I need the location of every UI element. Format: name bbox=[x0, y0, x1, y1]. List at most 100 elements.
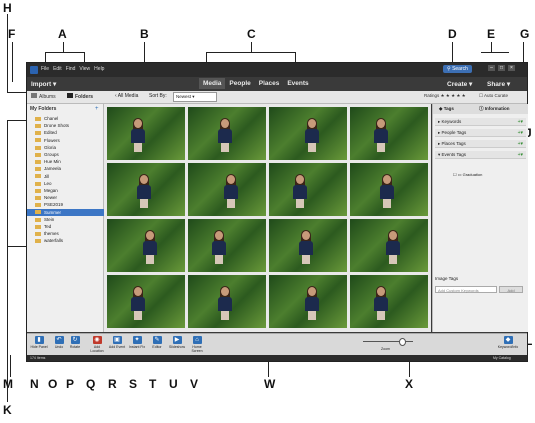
places-tags-section[interactable]: ▸ Places Tags +▾ bbox=[435, 140, 526, 148]
toolbar-button[interactable]: ⌂ Home Screen bbox=[187, 336, 207, 353]
folder-icon bbox=[35, 145, 41, 150]
toolbar-button[interactable]: ▮ Hide Panel bbox=[29, 336, 49, 349]
folder-item[interactable]: Leo bbox=[35, 180, 52, 187]
tab-places[interactable]: Places bbox=[255, 78, 284, 89]
callout-a: A bbox=[58, 27, 67, 41]
folder-item[interactable]: themes bbox=[35, 230, 59, 237]
ratings-filter[interactable]: Ratings ★ ★ ★ ★ ★ bbox=[424, 93, 466, 99]
add-icon[interactable]: +▾ bbox=[518, 129, 523, 137]
menu-help[interactable]: Help bbox=[94, 66, 104, 72]
photo-thumbnail[interactable] bbox=[107, 163, 185, 216]
folder-icon bbox=[35, 124, 41, 128]
tab-tags[interactable]: ◆ Tags bbox=[439, 106, 454, 112]
create-button[interactable]: Create ▾ bbox=[447, 80, 472, 88]
callout-x: X bbox=[405, 377, 414, 391]
folder-item[interactable]: Jill bbox=[35, 173, 49, 180]
photo-thumbnail[interactable] bbox=[269, 275, 347, 328]
toolbar-button[interactable]: ✎ Editor bbox=[147, 336, 167, 349]
toolbar-button[interactable]: ↻ Rotate bbox=[65, 336, 85, 349]
hide-panel-icon: ▮ bbox=[34, 336, 44, 344]
folder-icon bbox=[67, 93, 73, 98]
menu-file[interactable]: File bbox=[41, 66, 49, 72]
image-tags-add-button[interactable]: Add bbox=[499, 286, 523, 293]
folder-item[interactable]: PSE2019 bbox=[35, 201, 63, 208]
event-tag-graduation[interactable]: ☐ ▭ Graduation bbox=[453, 172, 482, 177]
folder-item[interactable]: Stein bbox=[35, 216, 54, 223]
leader-h bbox=[7, 14, 8, 92]
photo-thumbnail[interactable] bbox=[269, 163, 347, 216]
toolbar-button[interactable]: ✦ Instant Fix bbox=[127, 336, 147, 349]
folder-item[interactable]: Edited bbox=[35, 129, 57, 136]
photo-thumbnail[interactable] bbox=[107, 275, 185, 328]
photo-thumbnail[interactable] bbox=[350, 275, 428, 328]
close-button[interactable]: × bbox=[508, 65, 515, 71]
add-folder-icon[interactable]: + bbox=[95, 106, 99, 112]
people-tags-section[interactable]: ▸ People Tags +▾ bbox=[435, 129, 526, 137]
folder-item[interactable]: Jameela bbox=[35, 165, 61, 172]
folder-item[interactable]: Summer bbox=[27, 208, 111, 216]
photo-thumbnail[interactable] bbox=[269, 219, 347, 272]
callout-n: N bbox=[30, 377, 39, 391]
auto-curate-checkbox[interactable]: ☐ Auto Curate bbox=[479, 93, 508, 99]
menu-edit[interactable]: Edit bbox=[53, 66, 62, 72]
folder-item[interactable]: Ted bbox=[35, 223, 51, 230]
maximize-button[interactable]: □ bbox=[498, 65, 505, 71]
leader-e2 bbox=[491, 42, 492, 52]
folder-label: Ted bbox=[44, 224, 52, 229]
folder-icon bbox=[35, 116, 41, 121]
minimize-button[interactable]: – bbox=[488, 65, 495, 71]
folder-label: Jameela bbox=[44, 166, 62, 172]
share-button[interactable]: Share ▾ bbox=[487, 80, 510, 88]
add-icon[interactable]: +▾ bbox=[518, 151, 523, 159]
photo-thumbnail[interactable] bbox=[188, 163, 266, 216]
folder-item[interactable]: waterfalls bbox=[35, 237, 63, 244]
folder-icon bbox=[35, 196, 41, 200]
import-button[interactable]: Import ▾ bbox=[31, 80, 56, 88]
image-tags-input[interactable]: Add Custom Keywords bbox=[435, 286, 497, 293]
keywords-section[interactable]: ▸ Keywords +▾ bbox=[435, 118, 526, 126]
events-tags-section[interactable]: ▾ Events Tags +▾ bbox=[435, 151, 526, 159]
tab-people[interactable]: People bbox=[225, 78, 254, 89]
tab-media[interactable]: Media bbox=[199, 78, 226, 89]
folder-item[interactable]: Drone Shots bbox=[35, 122, 69, 129]
folder-item[interactable]: Flowers bbox=[35, 137, 60, 144]
undo-icon: ↶ bbox=[54, 336, 64, 344]
toolbar-button[interactable]: ◉ Add Location bbox=[87, 336, 107, 353]
slideshow-icon: ▶ bbox=[172, 336, 182, 344]
all-media-button[interactable]: ‹ All Media bbox=[115, 93, 138, 99]
search-button[interactable]: ⚲ Search bbox=[443, 65, 472, 73]
folder-item[interactable]: Newer bbox=[35, 194, 57, 201]
photo-thumbnail[interactable] bbox=[269, 107, 347, 160]
zoom-slider-knob[interactable] bbox=[399, 338, 406, 346]
photo-thumbnail[interactable] bbox=[107, 219, 185, 272]
folders-tab[interactable]: Folders bbox=[67, 93, 93, 100]
photo-thumbnail[interactable] bbox=[107, 107, 185, 160]
albums-tab[interactable]: Albums bbox=[31, 93, 56, 100]
photo-thumbnail[interactable] bbox=[188, 275, 266, 328]
tab-events[interactable]: Events bbox=[283, 78, 312, 89]
photo-thumbnail[interactable] bbox=[188, 107, 266, 160]
folder-item[interactable]: Hue Min bbox=[35, 158, 61, 165]
folder-item[interactable]: Groups bbox=[35, 151, 59, 158]
photo-thumbnail[interactable] bbox=[350, 163, 428, 216]
add-icon[interactable]: +▾ bbox=[518, 140, 523, 148]
keyword-info-button[interactable]: ◆ Keyword/Info bbox=[495, 336, 521, 349]
toolbar-button[interactable]: ▣ Add Event bbox=[107, 336, 127, 349]
photo-subject bbox=[212, 230, 226, 264]
add-location-icon: ◉ bbox=[92, 336, 102, 344]
callout-g: G bbox=[520, 27, 530, 41]
photo-thumbnail[interactable] bbox=[350, 219, 428, 272]
add-icon[interactable]: +▾ bbox=[518, 118, 523, 126]
tab-information[interactable]: ⓘ Information bbox=[479, 106, 510, 112]
sort-select[interactable]: Newest ▾ bbox=[173, 92, 217, 102]
folder-item[interactable]: Megan bbox=[35, 187, 58, 194]
folder-item[interactable]: Chanel bbox=[35, 115, 58, 122]
callout-f: F bbox=[8, 27, 16, 41]
photo-thumbnail[interactable] bbox=[188, 219, 266, 272]
photo-thumbnail[interactable] bbox=[350, 107, 428, 160]
menu-find[interactable]: Find bbox=[66, 66, 76, 72]
folder-item[interactable]: Gloria bbox=[35, 144, 56, 151]
callout-s: S bbox=[129, 377, 138, 391]
menu-view[interactable]: View bbox=[79, 66, 90, 72]
toolbar-button[interactable]: ▶ Slideshow bbox=[167, 336, 187, 349]
